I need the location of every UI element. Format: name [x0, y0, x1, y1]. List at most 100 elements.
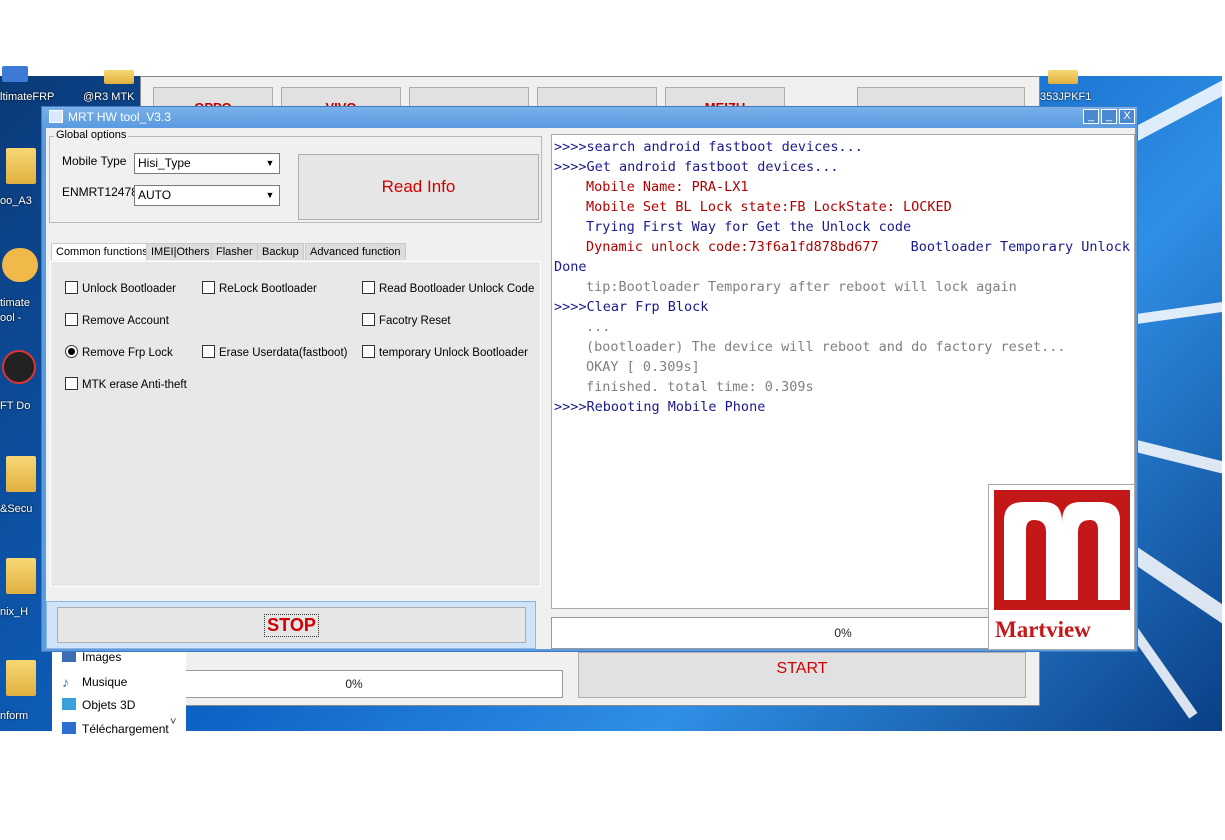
read-unlock-code-checkbox[interactable]: Read Bootloader Unlock Code	[362, 281, 534, 295]
checkbox-box[interactable]	[65, 377, 78, 390]
desktop-icon-label[interactable]: &Secu	[0, 503, 32, 515]
checkbox-box[interactable]	[362, 345, 375, 358]
explorer-item-music[interactable]: ♪ Musique	[62, 674, 128, 690]
log-line: tip:Bootloader Temporary after reboot wi…	[586, 279, 1017, 295]
remove-account-checkbox[interactable]: Remove Account	[65, 313, 169, 327]
background-progress-bar: 0%	[145, 670, 563, 698]
tab-imei-others[interactable]: IMEI|Others	[146, 243, 215, 260]
checkbox-box[interactable]	[202, 281, 215, 294]
desktop-icon-label[interactable]: timate	[0, 297, 30, 309]
explorer-item-label: Images	[82, 650, 122, 664]
tab-advanced-function[interactable]: Advanced function	[305, 243, 406, 260]
port-select[interactable]: AUTO ▼	[134, 185, 280, 206]
minimize-button[interactable]: _	[1083, 109, 1099, 124]
stop-label: STOP	[264, 614, 319, 637]
desktop-icon-label[interactable]: nix_H	[0, 606, 28, 618]
desktop-folder-icon[interactable]	[6, 456, 36, 492]
unlock-bootloader-checkbox[interactable]: Unlock Bootloader	[65, 281, 176, 295]
chevron-down-icon[interactable]: ▼	[261, 154, 279, 173]
desktop-icon-label[interactable]: 353JPKF1	[1040, 91, 1091, 103]
mobile-type-value: Hisi_Type	[138, 156, 191, 170]
option-label: Unlock Bootloader	[82, 283, 176, 295]
log-line: >>>>search android fastboot devices...	[554, 139, 863, 155]
download-icon	[62, 722, 76, 734]
title-bar[interactable]: MRT HW tool_V3.3 _ _ X	[42, 107, 1137, 127]
temp-unlock-checkbox[interactable]: temporary Unlock Bootloader	[362, 345, 528, 359]
desktop-app-icon[interactable]	[2, 350, 36, 384]
martview-logo: Martview	[988, 484, 1135, 650]
stop-button-area: STOP	[46, 601, 536, 649]
desktop-icon-label[interactable]: nform	[0, 710, 28, 722]
option-label: MTK erase Anti-theft	[82, 379, 187, 391]
checkbox-box[interactable]	[362, 313, 375, 326]
read-info-button[interactable]: Read Info	[298, 154, 539, 220]
radio-selected[interactable]	[65, 345, 78, 358]
explorer-item-downloads[interactable]: Téléchargement	[62, 722, 169, 736]
checkbox-box[interactable]	[65, 313, 78, 326]
log-line: >>>>Rebooting Mobile Phone	[554, 399, 766, 415]
logo-text: Martview	[995, 617, 1091, 642]
log-line: Mobile Name: PRA-LX1	[586, 179, 749, 195]
desktop-folder-icon[interactable]	[1048, 70, 1078, 84]
explorer-item-label: Objets 3D	[82, 698, 136, 712]
explorer-item-label: Musique	[82, 675, 128, 689]
desktop-icon-label[interactable]: @R3 MTK	[83, 91, 135, 103]
stop-button[interactable]: STOP	[57, 607, 526, 643]
option-label: ReLock Bootloader	[219, 283, 317, 295]
logo-mark	[994, 490, 1130, 610]
common-functions-panel: Unlock Bootloader ReLock Bootloader Read…	[50, 261, 541, 587]
log-line: finished. total time: 0.309s	[586, 379, 814, 395]
log-line: Trying First Way for Get the Unlock code	[586, 219, 912, 235]
option-label: Remove Account	[82, 315, 169, 327]
relock-bootloader-checkbox[interactable]: ReLock Bootloader	[202, 281, 317, 295]
explorer-nav-pane: Images ♪ Musique Objets 3D Téléchargement…	[52, 644, 186, 736]
app-icon	[49, 110, 63, 123]
desktop-app-icon[interactable]	[2, 248, 38, 282]
checkbox-box[interactable]	[65, 281, 78, 294]
mobile-type-select[interactable]: Hisi_Type ▼	[134, 153, 280, 174]
mobile-type-label: Mobile Type	[62, 154, 127, 168]
start-button[interactable]: START	[578, 652, 1026, 698]
logo-m-icon	[1004, 502, 1120, 600]
close-button[interactable]: X	[1119, 109, 1135, 124]
explorer-item-3d-objects[interactable]: Objets 3D	[62, 698, 135, 712]
option-label: Read Bootloader Unlock Code	[379, 283, 535, 295]
tab-backup[interactable]: Backup	[257, 243, 304, 260]
log-line: >>>>Get android fastboot devices...	[554, 159, 839, 175]
window-title: MRT HW tool_V3.3	[68, 110, 171, 124]
desktop-icon-label[interactable]: FT Do	[0, 400, 30, 412]
option-label: Erase Userdata(fastboot)	[219, 347, 348, 359]
log-line: ...	[586, 319, 611, 335]
checkbox-box[interactable]	[202, 345, 215, 358]
checkbox-box[interactable]	[362, 281, 375, 294]
tab-flasher[interactable]: Flasher	[211, 243, 258, 260]
desktop-folder-icon[interactable]	[104, 70, 134, 84]
factory-reset-checkbox[interactable]: Facotry Reset	[362, 313, 451, 327]
desktop-folder-icon[interactable]	[6, 558, 36, 594]
desktop-folder-icon[interactable]	[2, 66, 28, 82]
desktop-icon-label[interactable]: ool -	[0, 312, 21, 324]
music-icon: ♪	[62, 674, 69, 690]
chevron-down-icon[interactable]: ▼	[261, 186, 279, 205]
screen: ltimateFRP @R3 MTK 353JPKF1 oo_A3 timate…	[0, 0, 1225, 840]
scroll-down-chevron-icon[interactable]: ˅	[170, 716, 176, 728]
erase-userdata-checkbox[interactable]: Erase Userdata(fastboot)	[202, 345, 347, 359]
explorer-item-images[interactable]: Images	[62, 650, 121, 664]
desktop-icon-label[interactable]: oo_A3	[0, 195, 32, 207]
option-label: Facotry Reset	[379, 315, 451, 327]
mtk-erase-checkbox[interactable]: MTK erase Anti-theft	[65, 377, 187, 391]
unlock-code-text: Dynamic unlock code:73f6a1fd878bd677	[586, 239, 879, 255]
desktop-icon-label[interactable]: ltimateFRP	[0, 91, 54, 103]
global-options-group: Global options Mobile Type Hisi_Type ▼ E…	[49, 129, 542, 223]
option-label: Remove Frp Lock	[82, 347, 173, 359]
desktop-folder-icon[interactable]	[6, 660, 36, 696]
port-label: ENMRT12478	[62, 185, 138, 199]
log-line: >>>>Clear Frp Block	[554, 299, 709, 315]
mrt-tool-window: MRT HW tool_V3.3 _ _ X Global options Mo…	[41, 106, 1138, 652]
maximize-button[interactable]: _	[1101, 109, 1117, 124]
remove-frp-radio[interactable]: Remove Frp Lock	[65, 345, 173, 359]
log-line: OKAY [ 0.309s]	[586, 359, 700, 375]
window-client-area: Global options Mobile Type Hisi_Type ▼ E…	[46, 128, 1135, 649]
desktop-folder-icon[interactable]	[6, 148, 36, 184]
tab-common-functions[interactable]: Common functions	[51, 243, 153, 260]
